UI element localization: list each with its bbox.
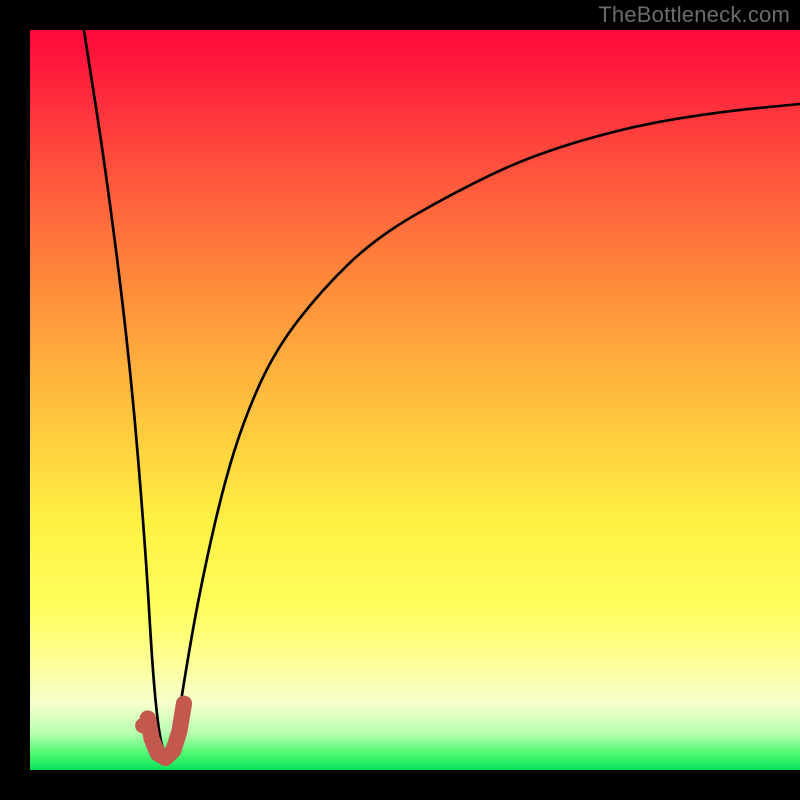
- chart-frame: TheBottleneck.com: [0, 0, 800, 800]
- chart-gradient-background: [30, 30, 800, 770]
- watermark-text: TheBottleneck.com: [598, 2, 790, 28]
